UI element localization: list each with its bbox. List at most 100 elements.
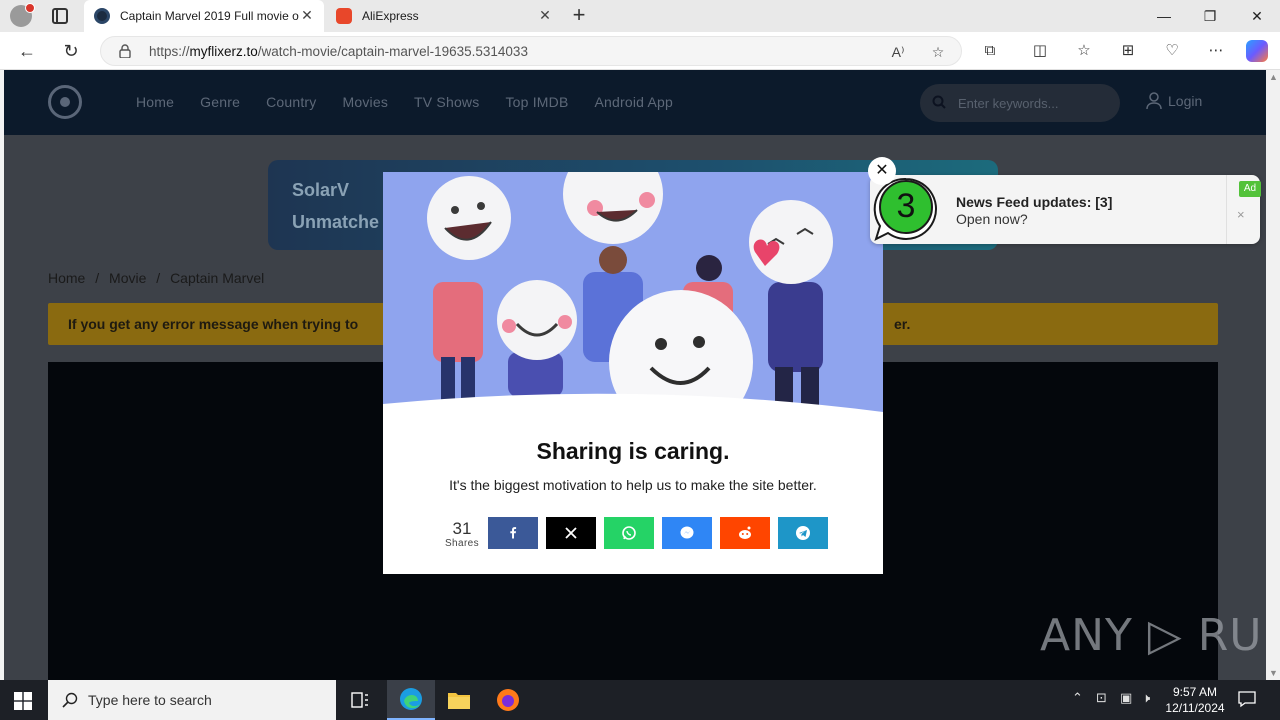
ad-label-badge: Ad xyxy=(1239,181,1261,197)
breadcrumb-separator: / xyxy=(156,270,161,286)
login-link[interactable]: Login xyxy=(1146,92,1202,110)
refresh-icon[interactable]: ↻ xyxy=(58,38,84,64)
clock-date: 12/11/2024 xyxy=(1165,701,1225,715)
share-facebook-button[interactable] xyxy=(488,517,538,549)
clock-time: 9:57 AM xyxy=(1172,685,1218,699)
notification-dismiss-icon[interactable]: × xyxy=(1237,207,1245,222)
taskbar-clock[interactable]: 9:57 AM 12/11/2024 xyxy=(1164,684,1226,716)
favorite-star-icon[interactable]: ☆ xyxy=(929,43,947,61)
folder-icon xyxy=(448,693,470,709)
share-reddit-button[interactable] xyxy=(720,517,770,549)
share-telegram-button[interactable] xyxy=(778,517,828,549)
taskbar-file-explorer[interactable] xyxy=(435,680,483,720)
breadcrumb-movie[interactable]: Movie xyxy=(109,270,146,286)
taskbar-search-placeholder: Type here to search xyxy=(88,692,212,708)
new-tab-button[interactable]: + xyxy=(568,4,590,27)
reddit-icon xyxy=(739,526,751,539)
anyrun-watermark: ANY ▷ RUN xyxy=(1040,610,1266,661)
notification-badge-number: 3 xyxy=(896,187,916,225)
share-whatsapp-button[interactable] xyxy=(604,517,654,549)
breadcrumb-current: Captain Marvel xyxy=(170,270,265,286)
browser-toolbar: ← ↻ https://myflixerz.to/watch-movie/cap… xyxy=(0,32,1280,70)
extensions-icon[interactable]: ⧉ xyxy=(980,41,1000,61)
breadcrumb-home[interactable]: Home xyxy=(48,270,85,286)
share-messenger-button[interactable] xyxy=(662,517,712,549)
address-bar[interactable]: https://myflixerz.to/watch-movie/captain… xyxy=(100,36,962,66)
task-view-button[interactable] xyxy=(336,680,384,720)
settings-more-icon[interactable]: ⋯ xyxy=(1206,41,1226,61)
scroll-down-icon[interactable]: ▼ xyxy=(1269,669,1278,678)
share-count-label: Shares xyxy=(444,538,480,549)
back-arrow-icon[interactable]: ← xyxy=(14,38,40,64)
film-reel-icon xyxy=(94,8,110,24)
page-scrollbar[interactable]: ▲ ▼ xyxy=(1266,70,1280,680)
collections-icon[interactable]: ⊞ xyxy=(1118,41,1138,61)
site-logo-icon[interactable] xyxy=(48,85,82,119)
lock-icon[interactable] xyxy=(119,44,131,58)
task-view-icon xyxy=(351,692,368,708)
notice-text-left: If you get any error message when trying… xyxy=(68,316,359,332)
tab-captain-marvel[interactable]: Captain Marvel 2019 Full movie o ✕ xyxy=(84,0,324,32)
x-logo-icon xyxy=(565,527,577,539)
tab-actions-icon[interactable] xyxy=(52,8,68,24)
aliexpress-icon xyxy=(336,8,352,24)
tab-title: Captain Marvel 2019 Full movie o xyxy=(120,9,299,23)
maximize-button[interactable]: ❐ xyxy=(1187,0,1233,32)
nav-tv-shows[interactable]: TV Shows xyxy=(414,94,479,110)
firefox-icon xyxy=(497,689,519,711)
nav-country[interactable]: Country xyxy=(266,94,316,110)
tab-aliexpress[interactable]: AliExpress ✕ xyxy=(326,0,562,32)
share-count-number: 31 xyxy=(452,519,472,538)
banner-brand: SolarV xyxy=(292,180,350,200)
edge-icon xyxy=(400,688,422,710)
url-text[interactable]: https://myflixerz.to/watch-movie/captain… xyxy=(149,44,528,59)
minimize-button[interactable]: — xyxy=(1141,0,1187,32)
whatsapp-icon xyxy=(622,526,636,540)
copilot-icon[interactable] xyxy=(1246,40,1268,62)
split-screen-icon[interactable]: ◫ xyxy=(1030,41,1050,61)
user-icon xyxy=(1146,92,1162,110)
show-hidden-icons[interactable]: ⌃ xyxy=(1072,690,1083,706)
share-modal: Sharing is caring. It's the biggest moti… xyxy=(383,172,883,574)
notification-text: Open now? xyxy=(956,211,1028,227)
telegram-icon xyxy=(796,526,810,540)
notification-title: News Feed updates: [3] xyxy=(956,194,1113,210)
messenger-icon xyxy=(680,526,694,539)
taskbar-search-box[interactable]: Type here to search xyxy=(48,680,336,720)
site-search-input[interactable] xyxy=(958,93,1108,113)
windows-taskbar: Type here to search ⌃ ⊡ ▣ 🕨 9:57 AM 12/1… xyxy=(0,680,1280,720)
scroll-up-icon[interactable]: ▲ xyxy=(1269,73,1278,82)
read-aloud-icon[interactable]: A⁾ xyxy=(889,43,907,61)
smiley-people-illustration xyxy=(383,172,883,412)
nav-home[interactable]: Home xyxy=(136,94,174,110)
site-search-box xyxy=(920,84,1120,122)
network-icon[interactable]: ▣ xyxy=(1120,690,1132,706)
site-nav: Home Genre Country Movies TV Shows Top I… xyxy=(136,94,699,110)
close-tab-icon[interactable]: ✕ xyxy=(300,8,314,22)
volume-icon[interactable]: 🕨 xyxy=(1142,690,1150,706)
breadcrumb: Home / Movie / Captain Marvel xyxy=(48,270,270,286)
nav-genre[interactable]: Genre xyxy=(200,94,240,110)
tab-title: AliExpress xyxy=(362,9,419,23)
nav-android-app[interactable]: Android App xyxy=(595,94,673,110)
login-label: Login xyxy=(1168,93,1203,109)
nav-movies[interactable]: Movies xyxy=(343,94,389,110)
device-icon[interactable]: ⊡ xyxy=(1096,690,1107,706)
close-window-button[interactable]: ✕ xyxy=(1234,0,1280,32)
notification-center-icon[interactable] xyxy=(1238,690,1256,708)
browser-essentials-icon[interactable]: ♡ xyxy=(1162,41,1182,61)
modal-close-icon[interactable]: ✕ xyxy=(868,157,896,185)
nav-top-imdb[interactable]: Top IMDB xyxy=(505,94,568,110)
windows-start-icon[interactable] xyxy=(14,692,32,710)
taskbar-edge-app[interactable] xyxy=(387,680,435,720)
fake-notification-ad[interactable]: 3 News Feed updates: [3] Open now? Ad × xyxy=(870,175,1261,244)
breadcrumb-separator: / xyxy=(95,270,100,286)
site-header: Home Genre Country Movies TV Shows Top I… xyxy=(4,70,1266,135)
notification-divider xyxy=(1226,175,1227,244)
close-tab-icon[interactable]: ✕ xyxy=(538,8,552,22)
share-x-button[interactable] xyxy=(546,517,596,549)
browser-tab-bar: Captain Marvel 2019 Full movie o ✕ AliEx… xyxy=(0,0,1280,32)
taskbar-firefox[interactable] xyxy=(484,680,532,720)
favorites-icon[interactable]: ☆ xyxy=(1074,41,1094,61)
profile-icon[interactable] xyxy=(10,3,35,27)
